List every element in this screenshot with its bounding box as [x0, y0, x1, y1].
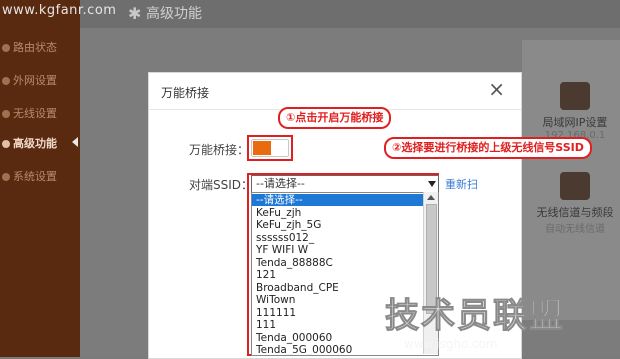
toggle-on-fill — [253, 141, 271, 155]
sidebar-item-wireless[interactable]: 无线设置 — [2, 104, 80, 124]
toggle-knob — [272, 141, 286, 155]
modal-title: 万能桥接 — [161, 86, 210, 100]
ssid-label: 对端SSID： — [189, 178, 254, 192]
sidebar-item-wan[interactable]: 外网设置 — [2, 71, 80, 91]
modal-header: 万能桥接 × — [149, 73, 521, 110]
settings-icon — [2, 173, 10, 181]
sidebar-item-label: 无线设置 — [13, 107, 57, 120]
list-item[interactable]: --请选择-- — [252, 194, 428, 206]
wifi-icon — [2, 110, 10, 118]
status-icon — [2, 44, 10, 52]
sidebar-item-advanced[interactable]: 高级功能 — [2, 134, 80, 154]
gear-icon: ✱ — [128, 4, 142, 23]
sidebar-item-label: 系统设置 — [13, 170, 57, 183]
bridge-toggle[interactable] — [251, 139, 289, 157]
globe-icon — [2, 77, 10, 85]
lan-ip-card[interactable]: 局域网IP设置 192.168.0.1 — [530, 82, 620, 141]
sidebar-item-label: 高级功能 — [13, 137, 57, 150]
sidebar-item-label: 路由状态 — [13, 41, 57, 54]
card-label: 局域网IP设置 — [542, 116, 608, 129]
lan-ip-icon — [560, 82, 590, 110]
page-title: 高级功能 — [146, 6, 202, 22]
sidebar: 路由状态 外网设置 无线设置 高级功能 系统设置 — [0, 0, 80, 357]
chevron-down-icon — [428, 181, 436, 187]
top-bar: ✱ 高级功能 — [80, 0, 620, 28]
bridge-label: 万能桥接： — [189, 143, 250, 157]
scroll-up-icon[interactable] — [427, 195, 435, 200]
close-icon[interactable]: × — [488, 77, 505, 101]
sidebar-item-router-status[interactable]: 路由状态 — [2, 38, 80, 58]
watermark-url: www.jsgho.com — [404, 337, 498, 351]
list-item[interactable]: KeFu_zjh_5G — [252, 219, 428, 231]
ssid-select[interactable]: --请选择-- — [251, 175, 439, 193]
sidebar-item-system[interactable]: 系统设置 — [2, 167, 80, 187]
callout-step-1: ①点击开启万能桥接 — [278, 107, 392, 129]
card-sub: 自动无线信道 — [545, 224, 605, 235]
list-item[interactable]: KeFu_zjh — [252, 207, 428, 219]
list-item[interactable]: ssssss012_ — [252, 232, 428, 244]
wireless-channel-card[interactable]: 无线信道与频段 自动无线信道 — [530, 172, 620, 235]
card-label: 无线信道与频段 — [536, 206, 614, 219]
sidebar-item-label: 外网设置 — [13, 74, 57, 87]
list-item[interactable]: Tenda_5G_000060 — [252, 344, 428, 355]
road-icon — [560, 172, 590, 200]
list-item[interactable]: Tenda_88888C — [252, 257, 428, 269]
select-value: --请选择-- — [256, 177, 305, 190]
watermark-logo: 技术员联盟 — [385, 296, 565, 337]
gear-icon — [2, 140, 10, 148]
watermark-top: www.kgfanr.com — [2, 3, 117, 18]
list-item[interactable]: 121 — [252, 269, 428, 281]
list-item[interactable]: YF WIFI W — [252, 244, 428, 256]
callout-step-2: ②选择要进行桥接的上级无线信号SSID — [384, 137, 592, 159]
rescan-link[interactable]: 重新扫 — [445, 176, 478, 192]
active-indicator-icon — [72, 137, 78, 147]
